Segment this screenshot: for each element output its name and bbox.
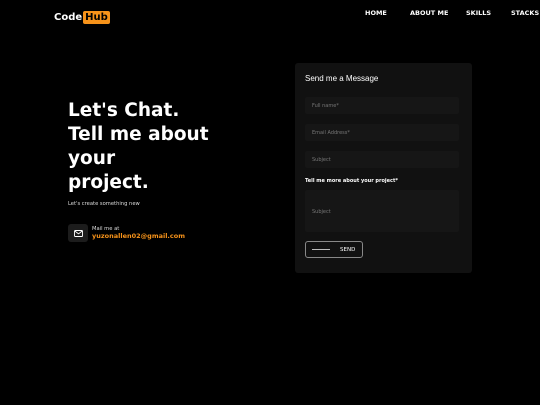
hero-title-line: Tell me about (68, 124, 209, 145)
mail-icon-box (68, 224, 88, 242)
mail-address[interactable]: yuzonallen02@gmail.com (92, 232, 185, 240)
hero-title: Let's Chat. Tell me about your project. (68, 99, 238, 195)
nav-home[interactable]: HOME (365, 9, 387, 17)
hero-subtitle: Let's create something new (68, 201, 140, 207)
logo[interactable]: Code Hub (54, 11, 110, 24)
logo-hub-text: Hub (83, 11, 110, 24)
nav-about-me[interactable]: ABOUT ME (410, 9, 448, 17)
contact-form-card: Send me a Message Tell me more about you… (295, 63, 472, 273)
nav-stacks[interactable]: STACKS (511, 9, 539, 17)
hero-title-line: project. (68, 172, 149, 193)
email-field[interactable] (305, 124, 459, 141)
logo-code-text: Code (54, 12, 83, 23)
nav-skills[interactable]: SKILLS (466, 9, 491, 17)
subject-field[interactable] (305, 151, 459, 168)
mail-icon (73, 229, 83, 237)
message-label: Tell me more about your project* (305, 178, 398, 184)
form-title: Send me a Message (305, 74, 379, 83)
send-button[interactable]: SEND (305, 241, 363, 258)
fullname-field[interactable] (305, 97, 459, 114)
hero-title-line: Let's Chat. (68, 100, 180, 121)
send-button-label: SEND (340, 246, 356, 253)
message-field[interactable] (305, 190, 459, 232)
send-line-icon (312, 249, 330, 250)
hero-title-line: your (68, 148, 116, 169)
